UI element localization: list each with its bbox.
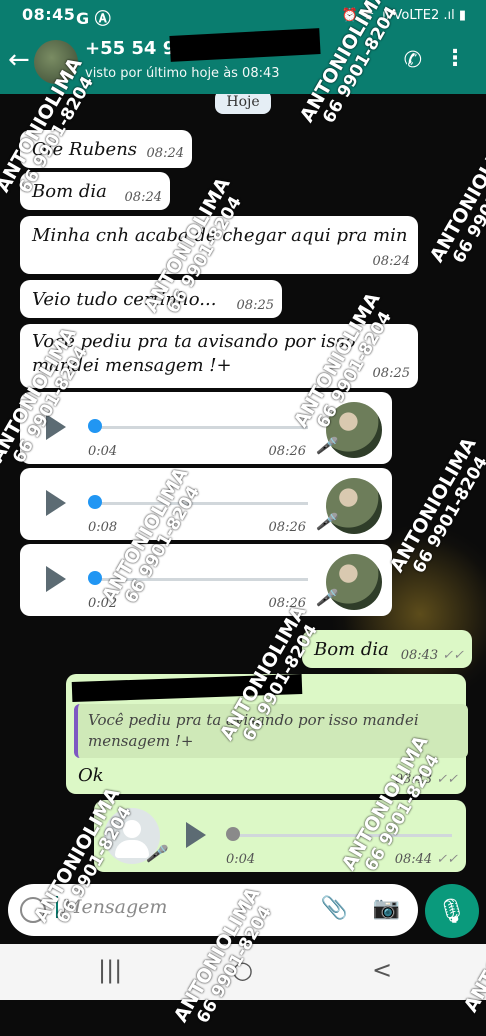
message-text: mandei mensagem !+ [32,355,232,376]
system-nav-bar: ||| ○ < [0,944,486,1000]
status-bar: 08:45 G Ⓐ ⏰ ᯤ .ıl VoLTE2 .ıl ▮ [0,0,486,30]
message-time: 08:24 [146,146,184,161]
message-composer: Mensagem 📎 📷 [8,884,418,936]
audio-seekbar[interactable] [96,578,308,581]
voice-message: 0:08 08:26 🎤 [20,468,392,540]
status-time: 08:45 [22,5,76,24]
arrow-left-icon[interactable]: ← [8,47,30,73]
redaction-bar [71,673,303,703]
message-time: 08:44 ✓✓ [394,852,458,867]
message-text: Veio tudo certinho... [32,289,217,310]
audio-duration: 0:08 [88,520,118,535]
message-bubble[interactable]: Bom dia 08:24 [20,172,170,210]
voice-record-button[interactable]: 🎙 [425,884,479,938]
message-text: Minha cnh acaba de chegar aqui pra min [32,225,408,246]
message-time: 08:26 [268,596,306,611]
message-time: 08:25 [372,366,410,381]
mic-icon: 🎤 [316,436,336,455]
audio-duration: 0:02 [88,596,118,611]
message-time: 08:26 [268,520,306,535]
seek-handle[interactable] [88,571,102,585]
date-chip: Hoje [215,94,271,114]
message-text: Oie Rubens [32,139,138,160]
message-text: Você pediu pra ta avisando por isso [32,331,356,352]
message-text: Bom dia [314,639,389,660]
message-time: 08:25 [236,298,274,313]
message-text: Ok [78,765,104,786]
voice-message: 0:02 08:26 🎤 [20,544,392,616]
last-seen: visto por último hoje às 08:43 [85,66,280,81]
camera-icon[interactable]: 📷 [373,896,400,921]
contact-name[interactable]: +55 54 9 [85,38,175,59]
redaction-bar [169,28,321,62]
mic-icon: 🎤 [146,844,166,863]
quoted-text: mensagem !+ [88,732,194,750]
audio-duration: 0:04 [88,444,118,459]
audio-seekbar[interactable] [96,426,308,429]
read-ticks-icon: ✓✓ [436,852,458,867]
play-icon[interactable] [46,490,66,516]
play-icon[interactable] [46,414,66,440]
play-icon[interactable] [186,822,206,848]
quoted-text: Você pediu pra ta avisando por isso mand… [88,711,419,729]
message-time: 08:43 ✓✓ [394,772,458,787]
emoji-icon[interactable] [20,897,46,923]
seek-handle[interactable] [88,419,102,433]
recents-icon[interactable]: ||| [98,956,122,984]
read-ticks-icon: ✓✓ [436,772,458,787]
audio-duration: 0:04 [226,852,256,867]
message-input[interactable]: Mensagem [56,896,167,918]
contact-avatar[interactable] [34,40,78,84]
play-icon[interactable] [46,566,66,592]
message-bubble[interactable]: Minha cnh acaba de chegar aqui pra min 0… [20,216,418,274]
home-icon[interactable]: ○ [232,956,253,984]
quoted-message[interactable]: Você pediu pra ta avisando por isso mand… [74,704,468,758]
status-indicators: G Ⓐ [76,9,111,28]
voice-message: 0:04 08:26 🎤 [20,392,392,464]
seek-handle[interactable] [88,495,102,509]
voice-message-outgoing: 🎤 0:04 08:44 ✓✓ [94,800,466,872]
message-bubble-outgoing[interactable]: Bom dia 08:43 ✓✓ [302,630,472,668]
message-time: 08:24 [124,190,162,205]
chat-area[interactable]: Hoje Oie Rubens 08:24 Bom dia 08:24 Minh… [0,94,486,880]
chat-header: ← +55 54 9 visto por último hoje às 08:4… [0,28,486,94]
message-time: 08:43 ✓✓ [400,648,464,663]
message-time: 08:24 [372,254,410,269]
phone-icon[interactable]: ✆ [404,48,422,73]
back-icon[interactable]: < [372,956,392,984]
paperclip-icon[interactable]: 📎 [321,896,348,921]
more-vert-icon[interactable]: ⋮ [444,46,466,71]
audio-seekbar[interactable] [234,834,452,837]
mic-icon: 🎤 [316,512,336,531]
message-time: 08:26 [268,444,306,459]
message-bubble[interactable]: Oie Rubens 08:24 [20,130,192,168]
seek-handle[interactable] [226,827,240,841]
message-text: Bom dia [32,181,107,202]
status-icons: ⏰ ᯤ .ıl VoLTE2 .ıl ▮ [341,8,466,23]
message-bubble-reply[interactable]: Você pediu pra ta avisando por isso mand… [66,673,468,794]
audio-seekbar[interactable] [96,502,308,505]
read-ticks-icon: ✓✓ [442,648,464,663]
message-bubble[interactable]: Veio tudo certinho... 08:25 [20,280,282,318]
mic-icon: 🎤 [316,588,336,607]
message-bubble[interactable]: Você pediu pra ta avisando por isso mand… [20,324,418,388]
